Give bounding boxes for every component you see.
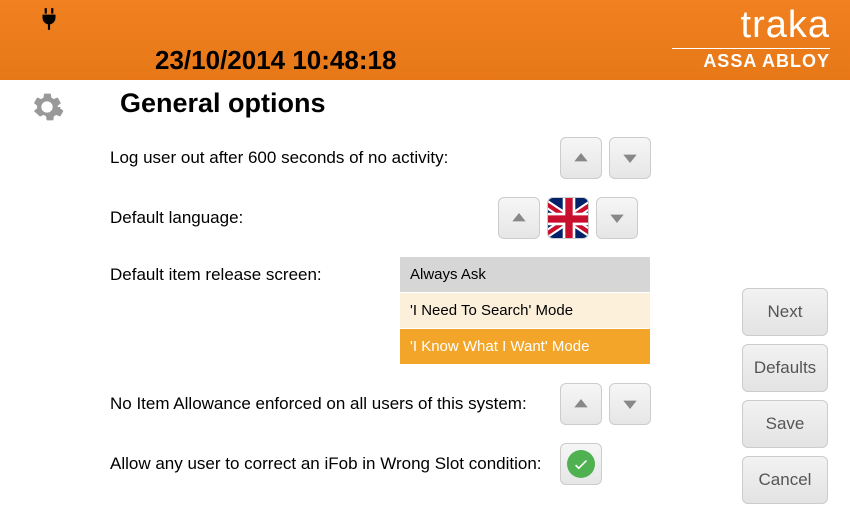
brand-block: traka ASSA ABLOY (672, 6, 830, 72)
allowance-up-button[interactable] (560, 383, 602, 425)
language-down-button[interactable] (596, 197, 638, 239)
app-header: 23/10/2014 10:48:18 traka ASSA ABLOY (0, 0, 850, 80)
release-option-always-ask[interactable]: Always Ask (400, 257, 650, 293)
next-button[interactable]: Next (742, 288, 828, 336)
brand-divider (672, 48, 830, 49)
cancel-button[interactable]: Cancel (742, 456, 828, 504)
side-button-bar: Next Defaults Save Cancel (742, 288, 828, 504)
release-option-search-mode[interactable]: 'I Need To Search' Mode (400, 293, 650, 329)
chevron-down-icon (620, 148, 640, 168)
row-language: Default language: (110, 197, 690, 239)
row-wrong-slot: Allow any user to correct an iFob in Wro… (110, 443, 690, 485)
language-flag-uk (547, 197, 589, 239)
item-allowance-label: No Item Allowance enforced on all users … (110, 394, 560, 414)
allowance-down-button[interactable] (609, 383, 651, 425)
chevron-down-icon (620, 394, 640, 414)
brand-secondary: ASSA ABLOY (672, 51, 830, 72)
logout-label: Log user out after 600 seconds of no act… (110, 148, 560, 168)
row-logout: Log user out after 600 seconds of no act… (110, 137, 690, 179)
wrong-slot-toggle[interactable] (560, 443, 602, 485)
logout-up-button[interactable] (560, 137, 602, 179)
datetime: 23/10/2014 10:48:18 (155, 45, 396, 76)
page-title: General options (120, 88, 830, 119)
chevron-up-icon (571, 394, 591, 414)
save-button[interactable]: Save (742, 400, 828, 448)
settings-area: Log user out after 600 seconds of no act… (110, 137, 690, 485)
check-icon (567, 450, 595, 478)
brand-primary: traka (672, 6, 830, 44)
language-up-button[interactable] (498, 197, 540, 239)
chevron-down-icon (607, 208, 627, 228)
wrong-slot-label: Allow any user to correct an iFob in Wro… (110, 454, 560, 474)
content-area: General options Log user out after 600 s… (0, 80, 850, 530)
logout-down-button[interactable] (609, 137, 651, 179)
defaults-button[interactable]: Defaults (742, 344, 828, 392)
chevron-up-icon (571, 148, 591, 168)
gear-icon (30, 90, 64, 129)
row-item-allowance: No Item Allowance enforced on all users … (110, 383, 690, 425)
plug-icon (36, 6, 62, 37)
row-release-screen: Default item release screen: Always Ask … (110, 257, 690, 365)
chevron-up-icon (509, 208, 529, 228)
language-label: Default language: (110, 208, 498, 228)
release-screen-list: Always Ask 'I Need To Search' Mode 'I Kn… (400, 257, 650, 365)
release-screen-label: Default item release screen: (110, 257, 400, 285)
release-option-know-mode[interactable]: 'I Know What I Want' Mode (400, 329, 650, 365)
